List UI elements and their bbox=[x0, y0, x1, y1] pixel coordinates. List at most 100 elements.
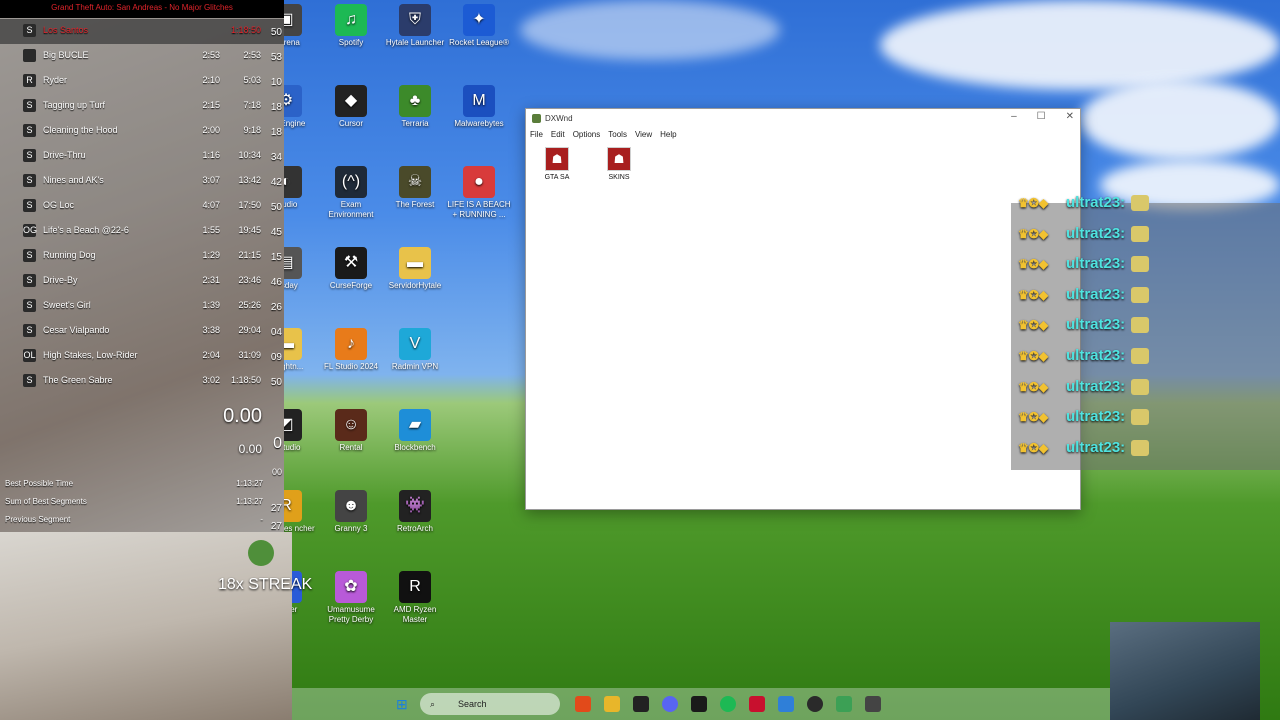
desktop-icon-label: Umamusume Pretty Derby bbox=[327, 605, 375, 624]
chat-badges-icon: ♛✪◆ bbox=[1018, 196, 1049, 210]
split-segment-time: 1:55 bbox=[202, 225, 220, 235]
split-total-time: 9:18 bbox=[243, 125, 261, 135]
chat-message: ♛✪◆ ultrat23: bbox=[1018, 408, 1280, 432]
dxwnd-window[interactable]: DXWnd – ☐ ✕ File Edit Options Tools View… bbox=[525, 108, 1081, 510]
split-total-time: 25:26 bbox=[238, 300, 261, 310]
app-icon: ⛨ bbox=[399, 4, 431, 36]
stat-best-possible-time: Best Possible Time 1:13:27 bbox=[5, 479, 263, 488]
desktop-icon[interactable]: ▬ ServidorHytale bbox=[383, 247, 447, 291]
split-row: S Drive-Thru 1:16 10:34 34 bbox=[0, 144, 284, 169]
app-icon: ♫ bbox=[335, 4, 367, 36]
program-entry-gta-sa[interactable]: ☗ GTA SA bbox=[534, 147, 580, 181]
app-icon: (^) bbox=[335, 166, 367, 198]
split-total-time: 21:15 bbox=[238, 250, 261, 260]
split-segment-time: 1:16 bbox=[202, 150, 220, 160]
desktop-icon[interactable]: ⚒ CurseForge bbox=[319, 247, 383, 291]
chrome-icon[interactable] bbox=[836, 696, 852, 712]
split-total-time: 23:46 bbox=[238, 275, 261, 285]
pepe-emote-icon bbox=[248, 540, 274, 566]
timer-side-digit: 00 bbox=[271, 467, 282, 477]
menu-options[interactable]: Options bbox=[573, 130, 601, 139]
steelseries-icon[interactable] bbox=[691, 696, 707, 712]
split-name: High Stakes, Low-Rider bbox=[43, 350, 138, 360]
photos-icon[interactable] bbox=[778, 696, 794, 712]
split-row: S The Green Sabre 3:02 1:18:50 50 bbox=[0, 369, 284, 394]
twitch-studio-icon[interactable] bbox=[749, 696, 765, 712]
split-total-time: 7:18 bbox=[243, 100, 261, 110]
menu-file[interactable]: File bbox=[530, 130, 543, 139]
split-icon: S bbox=[23, 249, 36, 262]
chat-badges-icon: ♛✪◆ bbox=[1018, 257, 1049, 272]
chat-username: ultrat23: bbox=[1066, 255, 1126, 273]
cloud bbox=[520, 0, 780, 60]
desktop-icon[interactable]: ⛨ Hytale Launcher bbox=[383, 4, 447, 48]
cursor-app-icon[interactable] bbox=[633, 696, 649, 712]
split-name: Ryder bbox=[43, 75, 68, 85]
brave-browser-icon[interactable] bbox=[575, 696, 591, 712]
split-icon: S bbox=[23, 99, 36, 112]
desktop-icon-label: CurseForge bbox=[329, 281, 373, 290]
split-segment-time: 2:10 bbox=[202, 75, 220, 85]
desktop-icon[interactable]: R AMD Ryzen Master bbox=[383, 571, 447, 625]
desktop-icon-label: Cursor bbox=[338, 119, 363, 128]
desktop-icon[interactable]: ♫ Spotify bbox=[319, 4, 383, 48]
split-name: The Green Sabre bbox=[43, 375, 113, 385]
cloud bbox=[880, 0, 1280, 90]
timer-side-digit: 0 bbox=[273, 435, 282, 452]
desktop-icon[interactable]: ♪ FL Studio 2024 bbox=[319, 328, 383, 372]
desktop-icon[interactable]: ☻ Granny 3 bbox=[319, 490, 383, 534]
split-name: Running Dog bbox=[43, 250, 96, 260]
obs-icon[interactable] bbox=[807, 696, 823, 712]
desktop-icon-label: Blockbench bbox=[394, 443, 436, 452]
split-icon: S bbox=[23, 324, 36, 337]
desktop-icon[interactable]: ◆ Cursor bbox=[319, 85, 383, 129]
segment-timer: 0.00 bbox=[238, 442, 262, 456]
chat-emote-icon bbox=[1131, 317, 1150, 334]
taskbar-search[interactable]: ⌕ Search bbox=[420, 693, 560, 715]
desktop-icon[interactable]: ☺ Rental bbox=[319, 409, 383, 453]
windows-start-icon[interactable]: ⊞ bbox=[396, 696, 412, 712]
menu-view[interactable]: View bbox=[635, 130, 652, 139]
close-icon[interactable]: ✕ bbox=[1066, 111, 1074, 122]
menu-edit[interactable]: Edit bbox=[551, 130, 565, 139]
desktop-icon-label: Spotify bbox=[338, 38, 364, 47]
file-explorer-icon[interactable] bbox=[604, 696, 620, 712]
maximize-icon[interactable]: ☐ bbox=[1037, 111, 1046, 122]
app-icon: ✦ bbox=[463, 4, 495, 36]
desktop-icon[interactable]: M Malwarebytes bbox=[447, 85, 511, 129]
desktop-icon[interactable]: V Radmin VPN bbox=[383, 328, 447, 372]
split-side-value: 50 bbox=[270, 27, 282, 38]
spotify-icon[interactable] bbox=[720, 696, 736, 712]
chat-emote-icon bbox=[1131, 348, 1150, 365]
desktop-icon[interactable]: ✿ Umamusume Pretty Derby bbox=[319, 571, 383, 625]
split-side-value: 34 bbox=[270, 152, 282, 163]
split-icon: S bbox=[23, 199, 36, 212]
desktop-icon[interactable]: (^) Exam Environment bbox=[319, 166, 383, 220]
split-total-time: 13:42 bbox=[238, 175, 261, 185]
split-name: OG Loc bbox=[43, 200, 75, 210]
app-icon: M bbox=[463, 85, 495, 117]
split-segment-time: 3:02 bbox=[202, 375, 220, 385]
minimize-icon[interactable]: – bbox=[1011, 111, 1017, 122]
program-entry-skins[interactable]: ☗ SKINS bbox=[596, 147, 642, 181]
desktop-icon[interactable]: 👾 RetroArch bbox=[383, 490, 447, 534]
chat-badges-icon: ♛✪◆ bbox=[1018, 318, 1049, 333]
desktop-icon[interactable]: ♣ Terraria bbox=[383, 85, 447, 129]
desktop-icon[interactable]: ▰ Blockbench bbox=[383, 409, 447, 453]
split-name: Big BUCLE bbox=[43, 50, 89, 60]
split-row: OG Life's a Beach @22-6 1:55 19:45 45 bbox=[0, 219, 284, 244]
window-titlebar[interactable]: DXWnd bbox=[526, 109, 1080, 127]
desktop-icon[interactable]: ✦ Rocket League® bbox=[447, 4, 511, 48]
app-icon: ▰ bbox=[399, 409, 431, 441]
settings-gear-icon[interactable] bbox=[865, 696, 881, 712]
split-icon: S bbox=[23, 174, 36, 187]
menu-tools[interactable]: Tools bbox=[608, 130, 627, 139]
chat-message: ♛✪◆ ultrat23: bbox=[1018, 378, 1280, 402]
split-side-value: 46 bbox=[270, 277, 282, 288]
menu-help[interactable]: Help bbox=[660, 130, 676, 139]
discord-icon[interactable] bbox=[662, 696, 678, 712]
desktop-icon[interactable]: ● LIFE IS A BEACH + RUNNING ... bbox=[447, 166, 511, 220]
chat-message: ♛✪◆ ultrat23: bbox=[1018, 347, 1280, 371]
desktop-icon[interactable]: ☠ The Forest bbox=[383, 166, 447, 210]
third-webcam bbox=[1110, 622, 1260, 720]
